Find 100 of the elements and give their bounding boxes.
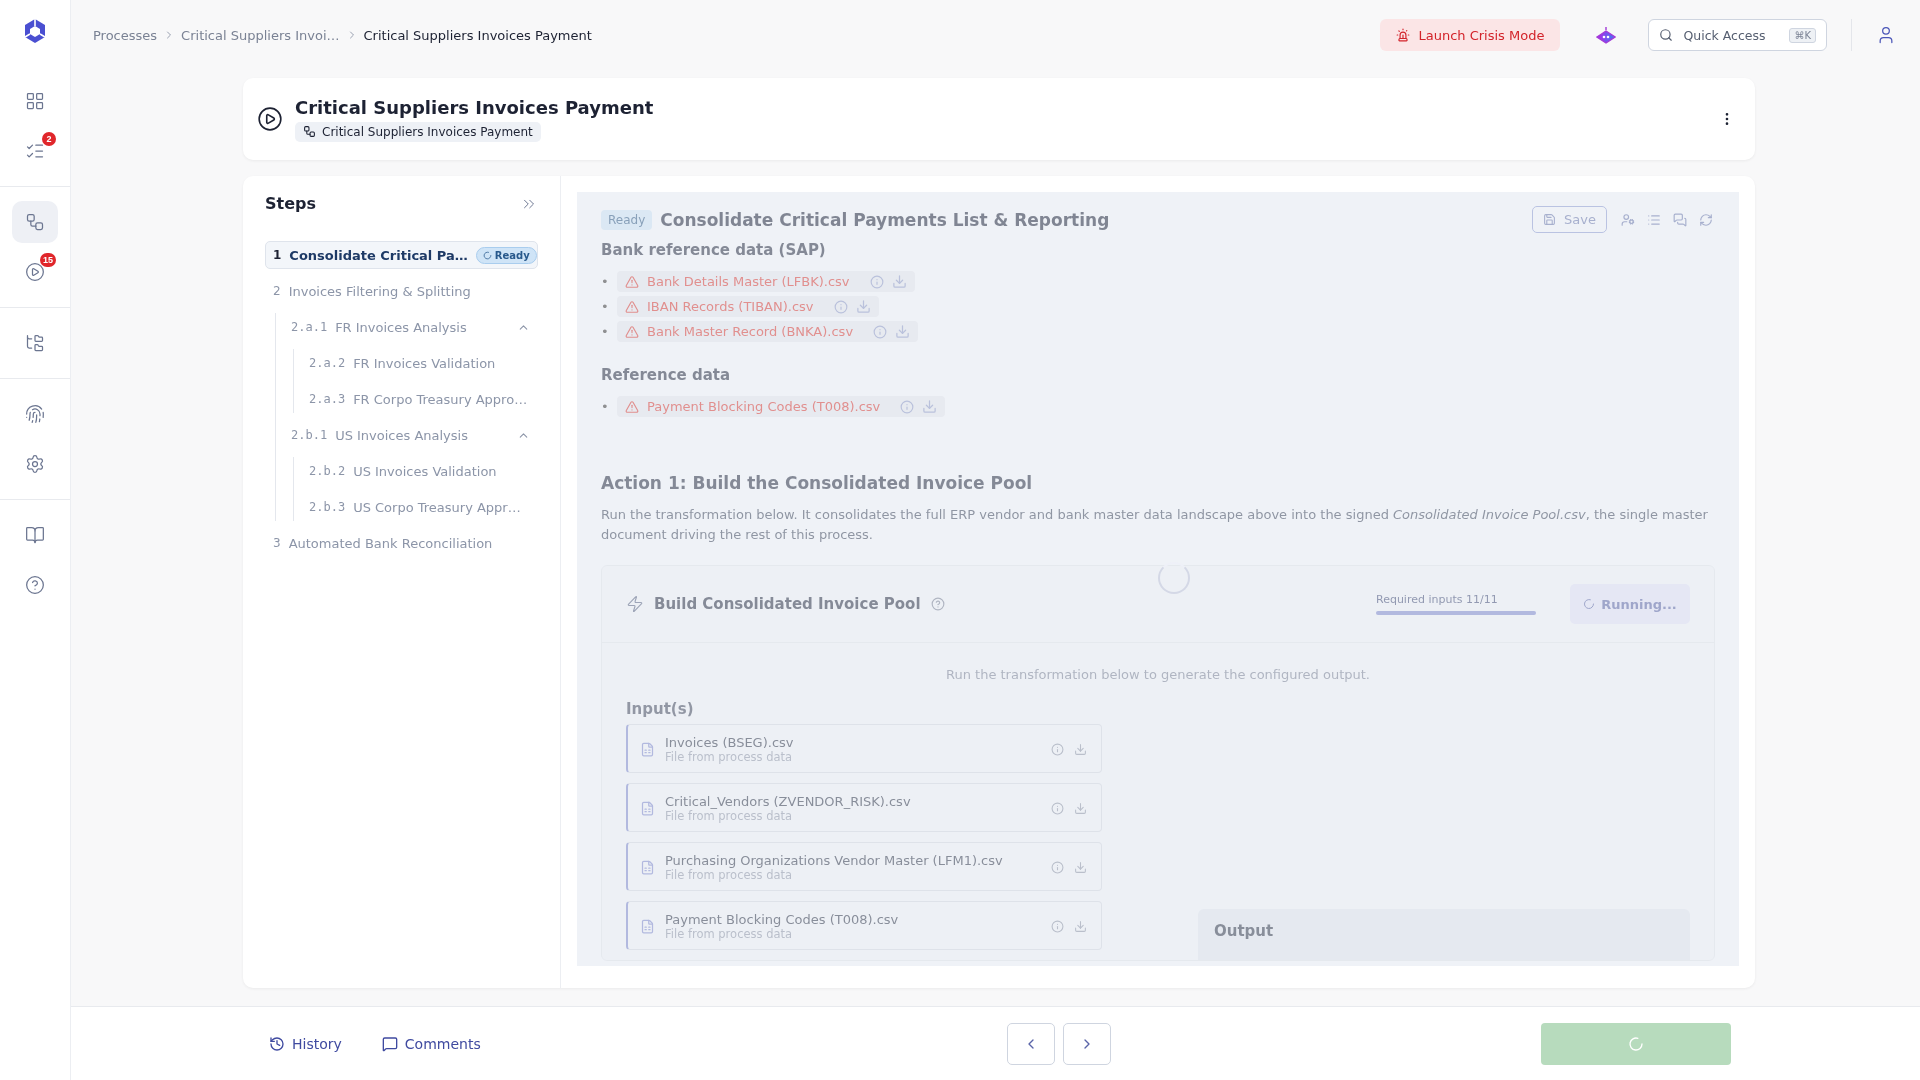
help-icon [25, 575, 45, 595]
warning-icon [625, 299, 639, 314]
spreadsheet-icon [640, 741, 655, 757]
info-icon[interactable] [900, 399, 915, 414]
run-button[interactable]: Running... [1570, 584, 1690, 624]
process-tag: Critical Suppliers Invoices Payment [295, 121, 541, 142]
info-icon[interactable] [873, 324, 888, 339]
step-item[interactable]: 2 Invoices Filtering & Splitting [265, 277, 538, 305]
refresh-icon[interactable] [1699, 212, 1713, 227]
step-label: Automated Bank Reconciliation [288, 535, 494, 551]
step-number: 3 [273, 536, 281, 550]
requirement-text: Required inputs 11/11 [1376, 593, 1499, 606]
step-item[interactable]: 3 Automated Bank Reconciliation [265, 529, 538, 557]
info-icon[interactable] [1051, 801, 1064, 815]
crisis-mode-button[interactable]: Launch Crisis Mode [1380, 19, 1561, 51]
sidebar-item[interactable]: 15 [12, 251, 58, 293]
section-heading: Reference data [601, 366, 732, 384]
status-badge: Ready [475, 246, 537, 264]
workflow-icon [303, 125, 316, 138]
previous-button[interactable] [1006, 1022, 1055, 1065]
spreadsheet-icon [640, 859, 655, 875]
action-description: Run the transformation below. It consolidates the full ERP vendor and bank master data landscape above into the signed Consolidated Invoice Pool.csv, the single master document driving the rest of this process. [601, 506, 1709, 544]
next-button[interactable] [1062, 1022, 1111, 1065]
info-icon[interactable] [1051, 860, 1064, 874]
quick-access-box[interactable]: Quick Access ⌘K [1648, 19, 1827, 51]
inputs-heading: Input(s) [626, 700, 695, 718]
step-number: 2.a.1 [291, 320, 328, 334]
download-icon[interactable] [922, 399, 938, 414]
save-icon [1543, 213, 1557, 226]
download-icon[interactable] [1074, 742, 1087, 756]
sidebar-item[interactable]: 2 [12, 130, 58, 172]
step-item[interactable]: 1 Consolidate Critical Pa… Ready [265, 241, 538, 269]
step-number: 2.b.1 [291, 428, 328, 442]
bullet: • [601, 299, 609, 314]
bullet: • [601, 324, 609, 339]
warning-icon [625, 324, 639, 339]
info-icon[interactable] [1051, 742, 1064, 756]
step-label: FR Corpo Treasury Appro… [353, 391, 529, 407]
list-icon[interactable] [1647, 212, 1661, 227]
download-icon[interactable] [1074, 860, 1087, 874]
step-number: 2.a.3 [309, 392, 346, 406]
step-item[interactable]: 2.b.3 US Corpo Treasury Appr… [301, 493, 538, 521]
lightning-icon [626, 595, 644, 613]
breadcrumb-link[interactable]: Critical Suppliers Invoi… [181, 27, 340, 43]
book-icon [25, 525, 45, 545]
step-item[interactable]: 2.b.1 US Invoices Analysis [283, 421, 538, 449]
shortcut-key: ⌘K [1789, 27, 1816, 43]
download-icon[interactable] [1074, 919, 1087, 933]
workflow-icon [25, 212, 45, 232]
breadcrumb-link[interactable]: Critical Suppliers Invoices Payment [363, 27, 592, 43]
info-icon[interactable] [1051, 919, 1064, 933]
user-settings-icon[interactable] [1621, 212, 1635, 227]
grid-icon [25, 91, 45, 111]
breadcrumb-link[interactable]: Processes [93, 27, 158, 43]
submit-button[interactable] [1541, 1022, 1731, 1065]
step-item[interactable]: 2.a.3 FR Corpo Treasury Appro… [301, 385, 538, 413]
spinner-icon [1583, 598, 1596, 610]
comment-icon [381, 1035, 398, 1052]
comments-icon[interactable] [1673, 212, 1687, 227]
download-icon[interactable] [855, 299, 871, 314]
info-icon[interactable] [833, 299, 848, 314]
save-button[interactable]: Save [1532, 206, 1607, 233]
folder-tree-icon [25, 333, 45, 353]
play-icon[interactable] [257, 106, 283, 132]
step-item[interactable]: 2.a.1 FR Invoices Analysis [283, 313, 538, 341]
download-icon[interactable] [895, 324, 911, 339]
history-link[interactable]: History [263, 1034, 348, 1053]
download-icon[interactable] [891, 274, 907, 289]
step-item[interactable]: 2.a.2 FR Invoices Validation [301, 349, 538, 377]
loading-spinner [1158, 562, 1190, 594]
transformation-title: Build Consolidated Invoice Pool [654, 595, 921, 613]
step-label: US Invoices Analysis [335, 427, 469, 443]
file-link[interactable]: Bank Master Record (BNKA).csv [647, 324, 854, 339]
info-icon[interactable] [869, 274, 884, 289]
step-label: FR Invoices Validation [353, 355, 497, 371]
transformation-hint: Run the transformation below to generate the configured output. [945, 667, 1371, 682]
file-link[interactable]: IBAN Records (TIBAN).csv [647, 299, 814, 314]
input-file-name: Critical_Vendors (ZVENDOR_RISK).csv [665, 793, 912, 809]
search-icon [1659, 28, 1674, 42]
output-heading: Output [1214, 922, 1274, 940]
siren-icon [1396, 28, 1411, 42]
assistant-icon[interactable] [1596, 26, 1617, 44]
help-icon[interactable] [930, 597, 945, 611]
section-heading: Bank reference data (SAP) [601, 241, 827, 259]
warning-icon [625, 274, 639, 289]
bullet: • [601, 274, 609, 289]
input-file-name: Purchasing Organizations Vendor Master (LFM1).csv [665, 852, 1004, 868]
logo-icon[interactable] [22, 18, 48, 44]
download-icon[interactable] [1074, 801, 1087, 815]
spinner-icon [482, 250, 492, 260]
comments-link[interactable]: Comments [375, 1034, 487, 1053]
steps-title: Steps [265, 194, 316, 213]
file-link[interactable]: Payment Blocking Codes (T008).csv [647, 399, 881, 414]
count-badge: 2 [42, 132, 56, 146]
spreadsheet-icon [640, 800, 655, 816]
file-link[interactable]: Bank Details Master (LFBK).csv [647, 274, 850, 289]
step-item[interactable]: 2.b.2 US Invoices Validation [301, 457, 538, 485]
action-heading: Action 1: Build the Consolidated Invoice Pool [601, 473, 1034, 493]
warning-icon [625, 399, 639, 414]
sidebar-item[interactable] [12, 201, 58, 243]
